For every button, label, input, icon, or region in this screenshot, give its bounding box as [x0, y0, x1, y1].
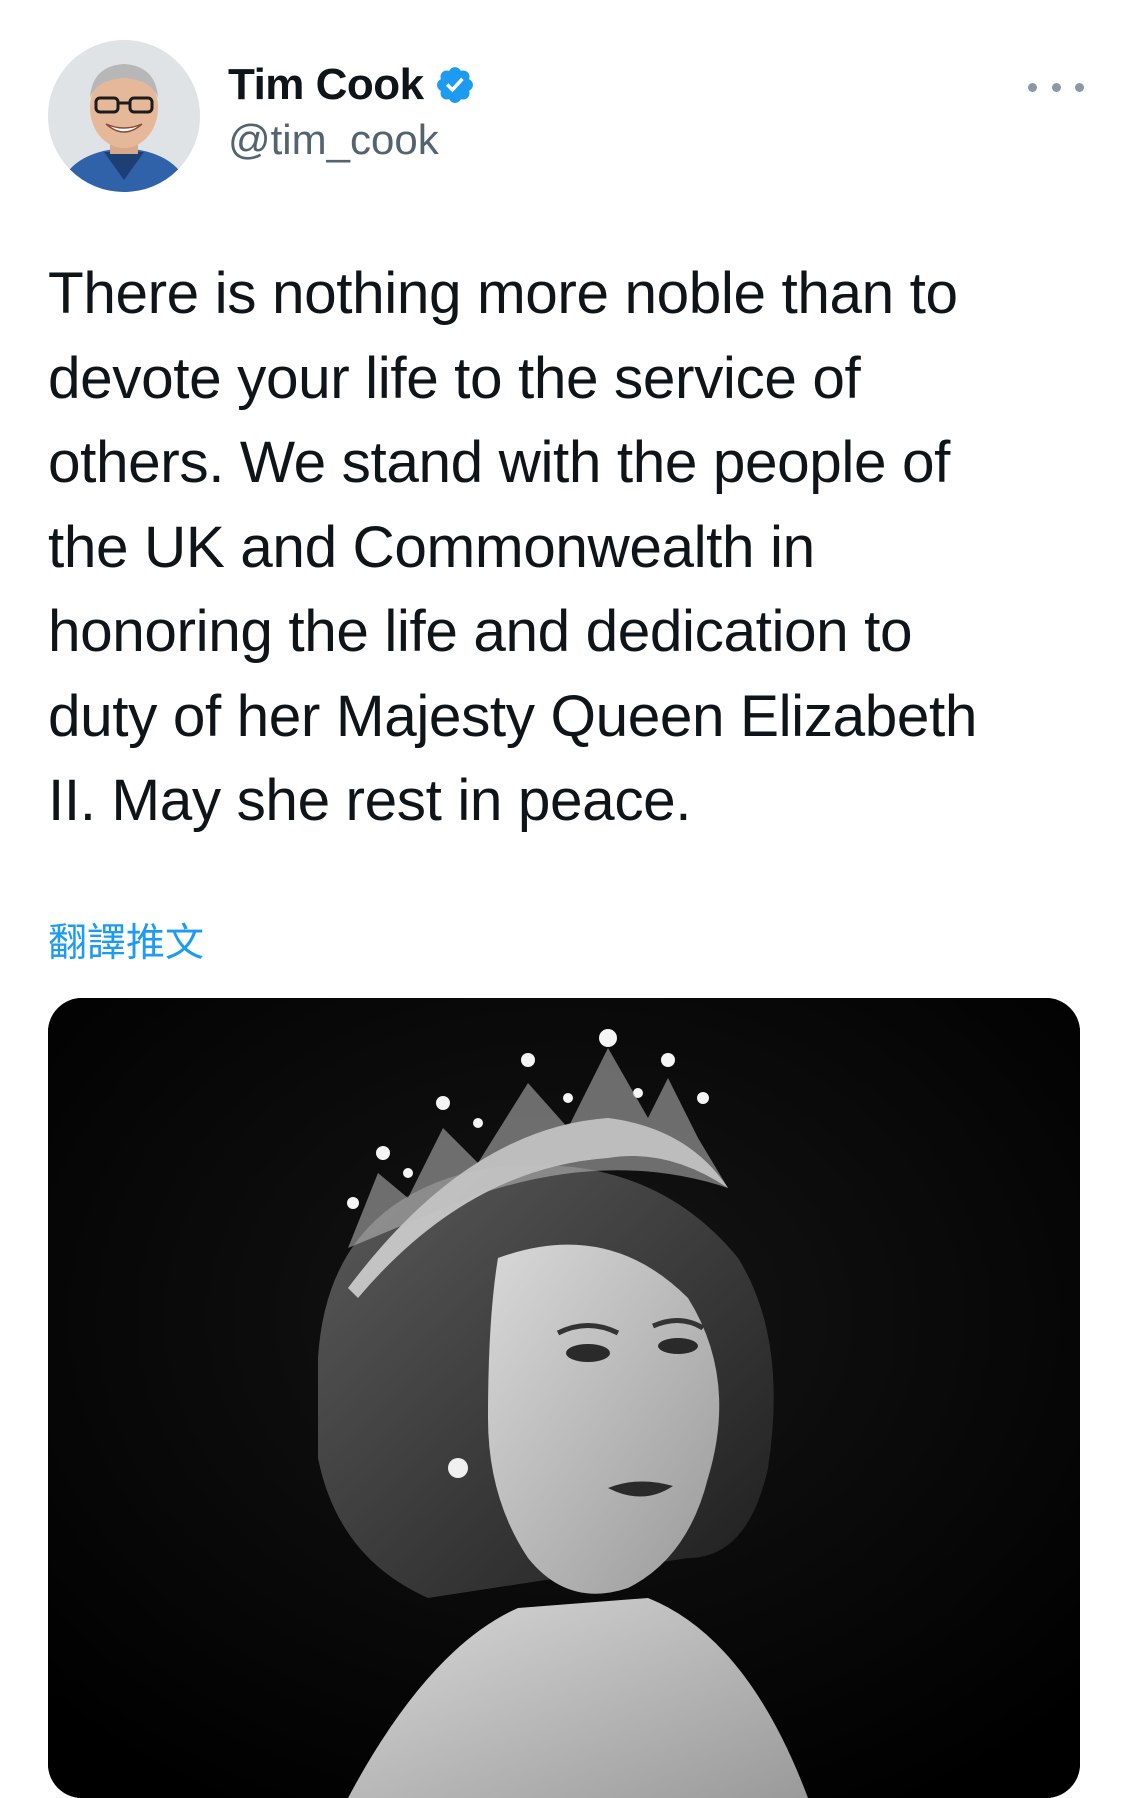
more-horizontal-icon	[1028, 82, 1037, 92]
verified-badge-icon	[434, 64, 476, 106]
tweet-text: There is nothing more noble than to devo…	[48, 261, 978, 833]
name-row: Tim Cook	[228, 58, 476, 112]
tweet-media-photo[interactable]	[48, 998, 1080, 1798]
tweet-card: Tim Cook @tim_cook There is nothing more…	[0, 0, 1125, 1798]
author-info[interactable]: Tim Cook @tim_cook	[228, 58, 476, 168]
more-options-button[interactable]	[1028, 72, 1084, 102]
portrait-photo-icon	[48, 998, 1080, 1798]
translate-tweet-link[interactable]: 翻譯推文	[48, 918, 204, 970]
author-handle[interactable]: @tim_cook	[228, 112, 476, 168]
author-display-name[interactable]: Tim Cook	[228, 58, 424, 112]
author-avatar[interactable]	[48, 40, 200, 192]
more-dot	[1051, 82, 1061, 92]
profile-photo-icon	[48, 40, 200, 192]
more-dot	[1075, 82, 1084, 92]
